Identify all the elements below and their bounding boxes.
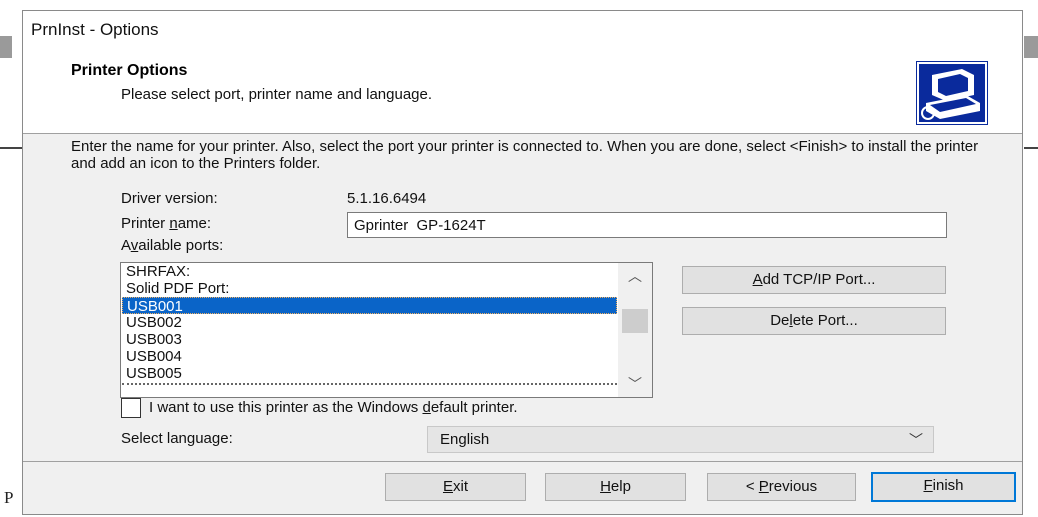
previous-button[interactable]: < Previous [707, 473, 856, 501]
background-rule-left [0, 147, 24, 149]
default-printer-label[interactable]: I want to use this printer as the Window… [149, 399, 518, 416]
scroll-thumb[interactable] [622, 309, 648, 333]
dropdown-chevron-icon: ﹀ [909, 432, 923, 448]
printer-wizard-icon [916, 61, 988, 125]
default-printer-checkbox[interactable] [121, 398, 141, 418]
port-list-item[interactable]: USB003 [122, 331, 617, 348]
select-language-label: Select language: [121, 430, 233, 447]
port-list-item[interactable]: USB005 [122, 365, 617, 382]
header-title: Printer Options [71, 62, 188, 79]
options-dialog: PrnInst - Options Printer Options Please… [22, 10, 1023, 515]
port-list-item[interactable]: SHRFAX: [122, 263, 617, 280]
dialog-titlebar[interactable]: PrnInst - Options [23, 11, 1022, 49]
printer-name-input[interactable] [347, 212, 947, 238]
add-tcp-ip-port-button[interactable]: Add TCP/IP Port... [682, 266, 946, 294]
port-list-item[interactable]: USB001 [122, 297, 617, 314]
header-subtitle: Please select port, printer name and lan… [121, 86, 433, 103]
wizard-header: Printer Options Please select port, prin… [23, 49, 1022, 134]
scroll-down-icon[interactable]: ﹀ [618, 371, 652, 397]
finish-button[interactable]: Finish [871, 472, 1016, 502]
available-ports-list[interactable]: SHRFAX: Solid PDF Port: USB001 USB002 USB003… [120, 262, 653, 398]
help-button[interactable]: Help [545, 473, 686, 501]
background-strip-right [1024, 36, 1038, 58]
port-list-item[interactable]: USB002 [122, 314, 617, 331]
background-strip-left [0, 36, 12, 58]
available-ports-label: Available ports: [121, 237, 224, 254]
footer-divider [23, 461, 1022, 462]
driver-version-value: 5.1.16.6494 [347, 190, 427, 207]
printer-name-label: Printer name: [121, 215, 212, 232]
port-list-items: SHRFAX: Solid PDF Port: USB001 USB002 USB003… [122, 263, 617, 391]
exit-button[interactable]: Exit [385, 473, 526, 501]
scroll-up-icon[interactable]: ︿ [618, 263, 652, 289]
driver-version-label: Driver version: [121, 190, 218, 207]
intro-text: Enter the name for your printer. Also, s… [71, 138, 979, 172]
ports-scrollbar[interactable]: ︿ ﹀ [618, 263, 652, 397]
background-rule-right [1024, 147, 1038, 149]
background-text: P [4, 488, 14, 507]
port-list-item[interactable]: USB004 [122, 348, 617, 365]
language-select-value: English [440, 431, 490, 448]
language-select[interactable]: English ﹀ [427, 426, 934, 453]
port-list-item[interactable]: Solid PDF Port: [122, 280, 617, 297]
dialog-title: PrnInst - Options [31, 20, 159, 39]
delete-port-button[interactable]: Delete Port... [682, 307, 946, 335]
port-list-item-partial[interactable] [122, 383, 617, 391]
